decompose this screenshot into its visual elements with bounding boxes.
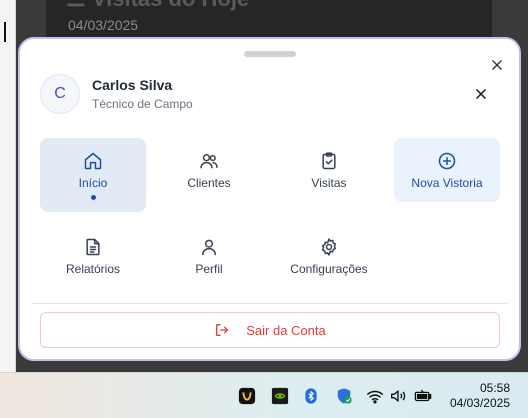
nav-label-visitas: Visitas [311,176,347,190]
background-title: ☰ Visitas do Hoje [66,0,249,12]
nav-item-visitas[interactable]: Visitas [276,138,382,212]
home-icon [84,152,102,170]
avatar: C [40,74,80,114]
active-indicator [90,195,96,200]
user-profile: C Carlos Silva Técnico de Campo [40,74,193,114]
taskbar: 05:58 04/03/2025 [0,372,528,418]
user-role: Técnico de Campo [92,97,193,111]
nav-item-perfil[interactable]: Perfil [156,224,262,298]
drag-handle[interactable] [244,51,296,57]
nav-item-relatorios[interactable]: Relatórios [40,224,146,298]
nav-label-relatorios: Relatórios [65,262,121,276]
close-menu-button[interactable] [470,84,492,106]
nav-item-clientes[interactable]: Clientes [156,138,262,212]
volume-icon[interactable] [388,386,408,406]
app-icon[interactable] [237,386,257,406]
file-text-icon [86,238,100,256]
nav-item-inicio[interactable]: Início [40,138,146,212]
battery-icon[interactable] [413,386,433,406]
close-icon [492,59,502,70]
user-name: Carlos Silva [92,77,173,93]
close-sheet-button[interactable] [486,55,508,77]
nav-label-configuracoes: Configurações [290,262,368,276]
clock-date: 04/03/2025 [449,396,510,410]
plus-circle-icon [438,152,456,170]
nvidia-icon[interactable] [270,386,290,406]
background-side-strip [0,0,16,372]
nav-label-inicio: Início [78,176,108,190]
users-icon [200,154,218,169]
user-icon [202,239,216,256]
nav-label-nova-vistoria: Nova Vistoria [411,176,483,190]
close-icon [476,88,486,99]
logout-label: Sair da Conta [246,322,326,338]
bluetooth-icon[interactable] [301,386,321,406]
logout-button[interactable]: Sair da Conta [40,312,500,348]
bottom-sheet-menu: C Carlos Silva Técnico de Campo Início C… [18,37,521,361]
nav-item-nova-vistoria[interactable]: Nova Vistoria [394,138,500,202]
nav-item-configuracoes[interactable]: Configurações [276,224,382,298]
menu-icon: ☰ [66,0,86,11]
system-clock[interactable]: 05:58 04/03/2025 [450,381,510,411]
wifi-icon[interactable] [365,386,385,406]
clock-time: 05:58 [479,381,510,395]
nav-label-clientes: Clientes [187,176,231,190]
clipboard-check-icon [322,152,336,170]
text-cursor [4,22,6,42]
security-shield-icon[interactable] [334,386,354,406]
background-date: 04/03/2025 [68,17,139,33]
background-title-text: Visitas do Hoje [92,0,249,11]
logout-icon [216,324,229,336]
gear-icon [321,238,337,256]
divider [32,303,509,304]
nav-label-perfil: Perfil [195,262,223,276]
